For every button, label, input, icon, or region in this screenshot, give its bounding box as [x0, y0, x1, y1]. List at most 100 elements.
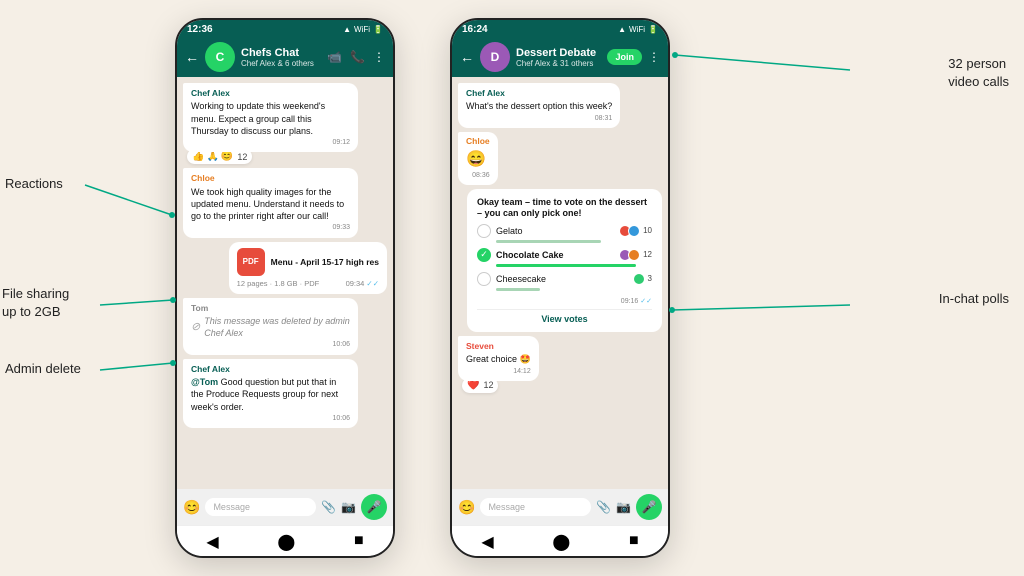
group-avatar: C [205, 42, 235, 72]
poll-option-meta: 3 [633, 273, 652, 285]
poll-option-meta: 12 [619, 249, 652, 261]
in-chat-polls-label: In-chat polls [939, 291, 1009, 306]
deleted-icon: ⊘ [191, 320, 200, 335]
heart-emoji: ❤️ [467, 380, 479, 391]
chef-alex-question: Chef Alex What's the dessert option this… [458, 83, 620, 128]
reaction-emoji-1: 👍 [192, 151, 204, 162]
signal-icon: ▲ [343, 25, 351, 34]
pdf-icon: PDF [237, 248, 265, 276]
message-time: 09:12 [191, 138, 350, 147]
poll-option-chocolate-cake[interactable]: ✓ Chocolate Cake 12 [477, 248, 652, 267]
reactions-label: Reactions [5, 176, 63, 191]
chat-title: Chefs Chat [241, 47, 321, 59]
battery-icon: 🔋 [648, 25, 658, 34]
view-votes-button[interactable]: View votes [477, 309, 652, 324]
message-text: Great choice 🤩 [466, 353, 531, 365]
mic-button[interactable]: 🎤 [361, 494, 387, 520]
back-button[interactable]: ← [185, 49, 199, 65]
attach-button[interactable]: 📎 [596, 500, 611, 514]
back-button[interactable]: ← [460, 49, 474, 65]
poll-option-label: Gelato [496, 226, 614, 236]
right-nav-bar: ◀ ⬤ ■ [452, 525, 668, 556]
back-nav[interactable]: ◀ [481, 532, 493, 552]
chat-subtitle: Chef Alex & 6 others [241, 59, 321, 68]
poll-count: 3 [648, 274, 652, 283]
right-status-icons: ▲ WiFi 🔋 [618, 25, 658, 34]
more-icon[interactable]: ⋮ [648, 50, 660, 64]
back-nav[interactable]: ◀ [206, 532, 218, 552]
chloe-emoji-msg: Chloe 😄 08:36 [458, 132, 498, 185]
poll-option-cheesecake[interactable]: Cheesecake 3 [477, 272, 652, 291]
poll-bubble: Okay team – time to vote on the dessert … [467, 189, 662, 332]
left-phone: 12:36 ▲ WiFi 🔋 ← C Chefs Chat Chef Alex … [175, 18, 395, 558]
left-nav-bar: ◀ ⬤ ■ [177, 525, 393, 556]
left-status-time: 12:36 [187, 24, 213, 35]
attach-button[interactable]: 📎 [321, 500, 336, 514]
group-avatar: D [480, 42, 510, 72]
recent-nav[interactable]: ■ [354, 532, 364, 552]
wifi-icon: WiFi [354, 25, 370, 34]
home-nav[interactable]: ⬤ [277, 532, 295, 552]
poll-avatar [633, 273, 645, 285]
mic-button[interactable]: 🎤 [636, 494, 662, 520]
input-placeholder: Message [488, 502, 525, 512]
left-input-bar: 😊 Message 📎 📷 🎤 [177, 489, 393, 525]
home-nav[interactable]: ⬤ [552, 532, 570, 552]
chat-info: Dessert Debate Chef Alex & 31 others [516, 47, 601, 68]
join-button[interactable]: Join [607, 49, 642, 65]
emoji-message: 😄 [466, 149, 490, 171]
admin-delete-annotation: Admin delete [5, 360, 81, 378]
message-group-1: Chef Alex Working to update this weekend… [183, 83, 387, 164]
deleted-message: ⊘ This message was deleted by admin Chef… [191, 315, 350, 339]
admin-delete-label: Admin delete [5, 361, 81, 376]
right-chat-header: ← D Dessert Debate Chef Alex & 31 others… [452, 37, 668, 77]
video-calls-label: 32 personvideo calls [948, 56, 1009, 89]
message-bubble: Chef Alex Working to update this weekend… [183, 83, 358, 152]
file-sharing-label: File sharingup to 2GB [2, 286, 69, 319]
battery-icon: 🔋 [373, 25, 383, 34]
file-sharing-annotation: File sharingup to 2GB [2, 285, 69, 321]
emoji-button[interactable]: 😊 [458, 499, 475, 516]
steven-message-group: Steven Great choice 🤩 14:12 ❤️ 12 [458, 336, 662, 393]
right-input-bar: 😊 Message 📎 📷 🎤 [452, 489, 668, 525]
left-status-icons: ▲ WiFi 🔋 [343, 25, 383, 34]
reactions-annotation: Reactions [5, 175, 63, 193]
file-name: Menu - April 15-17 high res [271, 257, 379, 267]
more-icon[interactable]: ⋮ [373, 50, 385, 64]
camera-button[interactable]: 📷 [616, 500, 631, 514]
reaction-emoji-3: 😊 [221, 151, 233, 162]
reaction-emoji-2: 🙏 [206, 151, 218, 162]
phone-icon[interactable]: 📞 [350, 50, 365, 64]
message-input[interactable]: Message [480, 498, 591, 516]
recent-nav[interactable]: ■ [629, 532, 639, 552]
message-input[interactable]: Message [205, 498, 316, 516]
poll-checkbox-selected: ✓ [477, 248, 491, 262]
message-sender: Chloe [466, 136, 490, 147]
poll-option-label: Chocolate Cake [496, 250, 614, 260]
poll-count: 12 [643, 250, 652, 259]
reaction-count: 12 [483, 380, 493, 390]
file-meta: 12 pages · 1.8 GB · PDF 09:34 ✓✓ [237, 279, 379, 288]
file-bubble: PDF Menu - April 15-17 high res 12 pages… [229, 242, 387, 294]
right-status-bar: 16:24 ▲ WiFi 🔋 [452, 20, 668, 37]
message-time: 09:33 [191, 223, 350, 232]
chef-alex-reply: Chef Alex @Tom Good question but put tha… [183, 359, 358, 428]
poll-option-row: ✓ Chocolate Cake 12 [477, 248, 652, 262]
deleted-message-bubble: Tom ⊘ This message was deleted by admin … [183, 298, 358, 355]
chat-subtitle: Chef Alex & 31 others [516, 59, 601, 68]
poll-avatar [628, 249, 640, 261]
poll-title: Okay team – time to vote on the dessert … [477, 197, 652, 220]
video-icon[interactable]: 📹 [327, 50, 342, 64]
left-status-bar: 12:36 ▲ WiFi 🔋 [177, 20, 393, 37]
chloe-message: Chloe We took high quality images for th… [183, 168, 358, 237]
right-phone: 16:24 ▲ WiFi 🔋 ← D Dessert Debate Chef A… [450, 18, 670, 558]
file-header: PDF Menu - April 15-17 high res [237, 248, 379, 276]
poll-option-gelato[interactable]: Gelato 10 [477, 224, 652, 243]
poll-avatar [628, 225, 640, 237]
right-status-time: 16:24 [462, 24, 488, 35]
emoji-button[interactable]: 😊 [183, 499, 200, 516]
camera-button[interactable]: 📷 [341, 500, 356, 514]
right-chat-body: Chef Alex What's the dessert option this… [452, 77, 668, 489]
poll-avatars [619, 249, 640, 261]
message-time: 14:12 [466, 367, 531, 376]
